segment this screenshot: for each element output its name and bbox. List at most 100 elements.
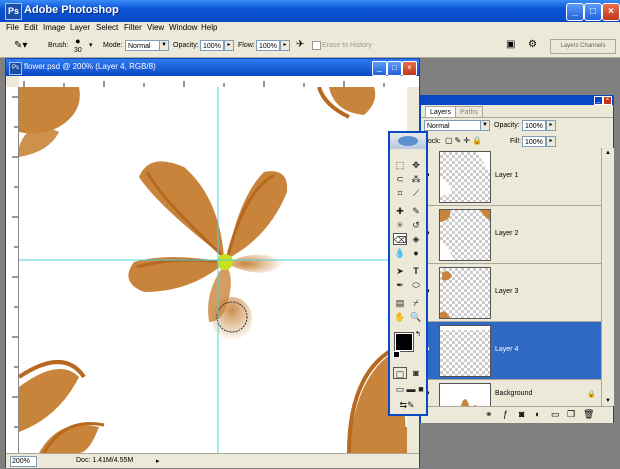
corner-flower-bottom-left — [19, 360, 105, 453]
flow-input[interactable]: 100% — [256, 40, 280, 51]
flow-slider-button[interactable]: ▸ — [280, 40, 290, 51]
palette-close-button[interactable]: × — [603, 96, 612, 105]
palette-icon[interactable]: ⚙ — [528, 39, 537, 50]
eyedropper-tool-icon[interactable]: ⌿ — [409, 297, 423, 309]
screen-mode-full-icon[interactable]: ■ — [414, 383, 428, 395]
menu-bar: File Edit Image Layer Select Filter View… — [0, 22, 620, 35]
scroll-down-icon[interactable]: ▼ — [603, 396, 613, 406]
hand-tool-icon[interactable]: ✋ — [393, 311, 407, 323]
slice-tool-icon[interactable]: ⟋ — [409, 187, 423, 199]
brush-preview-icon[interactable]: ● 30 — [74, 37, 82, 55]
blend-mode-dropdown-icon[interactable]: ▼ — [480, 120, 490, 131]
layer-row-4[interactable]: ● Layer 4 — [421, 322, 601, 380]
erase-to-history-label: Erase to History — [322, 42, 372, 49]
fill-slider-button[interactable]: ▸ — [546, 136, 556, 147]
marquee-tool-icon[interactable]: ⬚ — [393, 159, 407, 171]
layer-row-2[interactable]: ● Layer 2 — [421, 206, 601, 264]
blur-tool-icon[interactable]: 💧 — [393, 247, 407, 259]
eraser-tool-selected-icon[interactable]: ⌫ — [393, 233, 407, 245]
layers-scrollbar[interactable]: ▲ ▼ — [601, 148, 614, 406]
shape-tool-icon[interactable]: ⬭ — [409, 279, 423, 291]
menu-help[interactable]: Help — [201, 23, 217, 32]
brush-tool-icon[interactable]: ✎ — [409, 205, 423, 217]
move-tool-icon[interactable]: ✥ — [409, 159, 423, 171]
link-layers-icon[interactable]: ⚭ — [485, 409, 493, 420]
layer-style-icon[interactable]: ƒ — [503, 409, 508, 419]
menu-select[interactable]: Select — [96, 23, 118, 32]
opacity-input[interactable]: 100% — [200, 40, 224, 51]
main-flower — [128, 161, 288, 341]
jump-to-imageready-icon[interactable]: ⇆✎ — [393, 399, 421, 411]
quick-mask-mode-icon[interactable]: ◙ — [409, 367, 423, 379]
healing-brush-tool-icon[interactable]: ✚ — [393, 205, 407, 217]
pen-tool-icon[interactable]: ✒ — [393, 279, 407, 291]
eraser-tool-icon[interactable]: ✎▾ — [14, 40, 27, 51]
new-layer-icon[interactable]: ❐ — [567, 409, 575, 420]
magic-wand-tool-icon[interactable]: ⁂ — [409, 173, 423, 185]
layer-lock-icon: 🔒 — [587, 391, 596, 398]
path-selection-tool-icon[interactable]: ➤ — [393, 265, 407, 277]
swap-colors-icon[interactable]: ↰ — [415, 330, 421, 338]
delete-layer-icon[interactable]: 🗑 — [583, 409, 594, 420]
mode-dropdown-icon[interactable]: ▼ — [159, 40, 169, 51]
lock-icons[interactable]: ▢✎✛🔒 — [445, 136, 484, 145]
crop-tool-icon[interactable]: ⌗ — [393, 187, 407, 199]
tab-divider — [421, 117, 613, 118]
layer-row-background[interactable]: ● Background 🔒 — [421, 380, 601, 407]
menu-window[interactable]: Window — [169, 23, 197, 32]
brush-dropdown-icon[interactable]: ▾ — [89, 41, 93, 49]
toolbox: ⬚ ✥ ⊂ ⁂ ⌗ ⟋ ✚ ✎ ⍟ ↺ ⌫ ◈ 💧 ● ➤ T ✒ ⬭ ▤ ⌿ … — [388, 131, 428, 416]
opacity-slider-button[interactable]: ▸ — [224, 40, 234, 51]
scroll-up-icon[interactable]: ▲ — [603, 148, 613, 158]
clone-stamp-tool-icon[interactable]: ⍟ — [393, 219, 407, 231]
new-group-icon[interactable]: ▭ — [551, 409, 560, 420]
layer-opacity-input[interactable]: 100% — [522, 120, 546, 131]
adjustment-layer-icon[interactable]: ◐ — [535, 409, 540, 419]
palette-minimize-button[interactable]: _ — [594, 96, 603, 105]
blend-mode-select[interactable]: Normal — [424, 120, 484, 131]
erase-to-history-checkbox[interactable] — [312, 41, 321, 50]
layer-name: Layer 3 — [495, 288, 519, 295]
layer-name: Layer 1 — [495, 172, 519, 179]
type-tool-icon[interactable]: T — [409, 265, 423, 277]
palette-well[interactable]: Layers Channels — [550, 39, 616, 54]
maximize-button[interactable]: □ — [584, 3, 602, 21]
minimize-button[interactable]: _ — [566, 3, 584, 21]
layer-thumbnail — [439, 209, 491, 261]
menu-file[interactable]: File — [6, 23, 19, 32]
vertical-ruler[interactable] — [6, 87, 19, 453]
menu-filter[interactable]: Filter — [124, 23, 142, 32]
status-arrow-icon[interactable]: ▸ — [156, 457, 160, 465]
layer-row-3[interactable]: ● Layer 3 — [421, 264, 601, 322]
close-button[interactable]: × — [602, 3, 620, 21]
zoom-level[interactable]: 200% — [10, 456, 37, 467]
foreground-color-swatch[interactable] — [394, 332, 414, 352]
document-icon: Ps — [9, 62, 22, 75]
history-brush-tool-icon[interactable]: ↺ — [409, 219, 423, 231]
layer-opacity-slider-button[interactable]: ▸ — [546, 120, 556, 131]
window-title: Adobe Photoshop — [24, 4, 119, 16]
default-colors-icon[interactable] — [393, 351, 400, 358]
status-bar: 200% Doc: 1.41M/4.55M ▸ — [6, 453, 419, 468]
options-bar: ✎▾ Brush: ● 30 ▾ Mode: Normal ▼ Opacity: … — [0, 35, 620, 58]
title-bar: Ps Adobe Photoshop _ □ × — [0, 0, 620, 22]
menu-edit[interactable]: Edit — [24, 23, 38, 32]
menu-image[interactable]: Image — [43, 23, 65, 32]
airbrush-icon[interactable]: ✈ — [296, 39, 304, 50]
doc-maximize-button[interactable]: □ — [387, 61, 402, 76]
dodge-tool-icon[interactable]: ● — [409, 247, 423, 259]
zoom-tool-icon[interactable]: 🔍 — [409, 311, 423, 323]
layer-row-1[interactable]: ● Layer 1 — [421, 148, 601, 206]
menu-layer[interactable]: Layer — [70, 23, 90, 32]
layer-mask-icon[interactable]: ◙ — [519, 409, 524, 419]
image-canvas[interactable] — [19, 87, 407, 453]
file-browser-icon[interactable]: ▣ — [506, 39, 515, 50]
doc-close-button[interactable]: × — [402, 61, 417, 76]
lasso-tool-icon[interactable]: ⊂ — [393, 173, 407, 185]
notes-tool-icon[interactable]: ▤ — [393, 297, 407, 309]
menu-view[interactable]: View — [147, 23, 164, 32]
doc-minimize-button[interactable]: _ — [372, 61, 387, 76]
paint-bucket-tool-icon[interactable]: ◈ — [409, 233, 423, 245]
fill-input[interactable]: 100% — [522, 136, 546, 147]
standard-mode-icon[interactable]: ▢ — [393, 367, 407, 379]
